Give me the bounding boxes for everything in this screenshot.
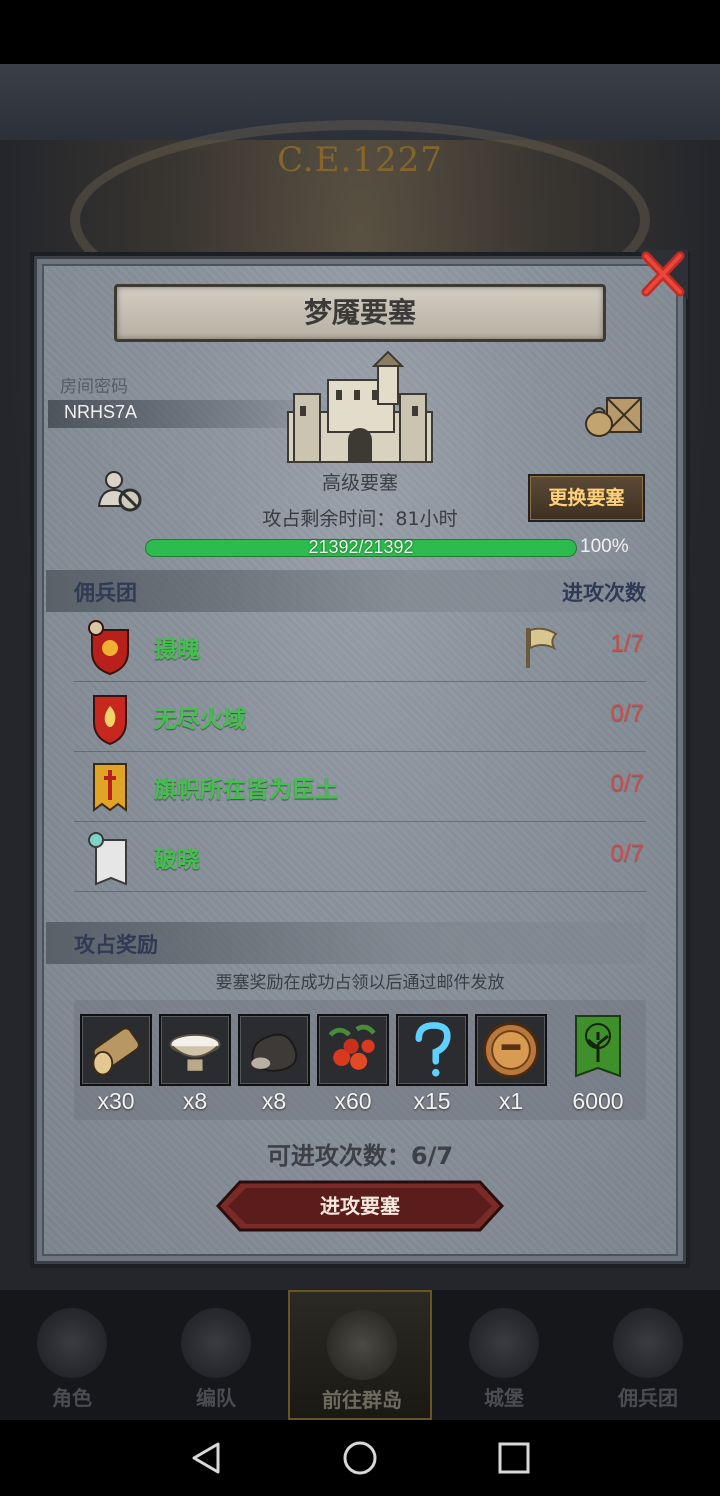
remaining-attempts: 可进攻次数：6/7: [266, 1142, 454, 1170]
nav-label: 编队: [196, 1386, 236, 1410]
capture-time-left: 攻占剩余时间：81小时: [262, 508, 458, 530]
dialog-title: 梦魇要塞: [303, 296, 416, 329]
reward-slot[interactable]: [317, 1014, 389, 1086]
reward-quantity: x8: [261, 1088, 287, 1114]
change-fortress-button[interactable]: 更换要塞: [528, 474, 645, 522]
reward-quantity: x15: [413, 1088, 451, 1114]
castle-icon: [469, 1308, 539, 1378]
tree-banner-icon[interactable]: [574, 1014, 622, 1086]
white-banner-icon: [88, 832, 127, 886]
user-block-icon[interactable]: [96, 468, 146, 514]
supply-crate-icon[interactable]: [583, 392, 645, 438]
game-bottom-nav: 角色 编队 前往群岛 城堡 佣兵团: [0, 1290, 720, 1420]
mercenary-row[interactable]: 无尽火域 0/7: [74, 682, 646, 752]
mercenary-row[interactable]: 摄魄 1/7: [74, 612, 646, 682]
mercenary-name: 破晓: [154, 847, 200, 873]
section-title: 攻占奖励: [74, 933, 158, 957]
reward-slot[interactable]: [159, 1014, 231, 1086]
nav-label: 城堡: [484, 1386, 524, 1410]
room-code: NRHS7A: [64, 402, 138, 422]
helmet-coin-icon: [483, 1022, 539, 1078]
nav-label: 角色: [52, 1386, 92, 1410]
knight-icon: [37, 1308, 107, 1378]
reward-quantity: x30: [97, 1088, 135, 1114]
reward-quantity: 6000: [572, 1088, 624, 1114]
nav-item-castle[interactable]: 城堡: [432, 1290, 576, 1420]
nav-item-formation[interactable]: 编队: [144, 1290, 288, 1420]
ore-rock-icon: [251, 1033, 298, 1072]
attack-fortress-button[interactable]: 进攻要塞: [216, 1180, 504, 1232]
reward-slot[interactable]: [238, 1014, 310, 1086]
reward-section-header: 攻占奖励: [46, 922, 646, 964]
system-nav-bar: [0, 1420, 720, 1496]
reward-quantity: x60: [334, 1088, 372, 1114]
mercenary-icon: [613, 1308, 683, 1378]
attack-count-header: 进攻次数: [562, 581, 646, 605]
globe-icon: [327, 1310, 397, 1380]
reward-slot[interactable]: [396, 1014, 468, 1086]
mercenary-section-header: 佣兵团 进攻次数: [46, 570, 646, 612]
reward-quantity: x8: [182, 1088, 208, 1114]
nav-item-islands[interactable]: 前往群岛: [288, 1290, 432, 1420]
milk-bowl-icon: [169, 1033, 221, 1071]
hp-value: 21392/21392: [308, 537, 414, 557]
reward-quantity: x1: [498, 1088, 524, 1114]
fortress-castle-icon: [287, 350, 433, 463]
title-plate: 梦魇要塞: [114, 284, 606, 342]
nav-item-mercenaries[interactable]: 佣兵团: [576, 1290, 720, 1420]
mercenary-name: 无尽火域: [154, 707, 246, 733]
formation-icon: [181, 1308, 251, 1378]
close-icon[interactable]: [636, 248, 690, 302]
nav-item-character[interactable]: 角色: [0, 1290, 144, 1420]
berries-icon: [328, 1024, 376, 1070]
attack-count: 0/7: [610, 700, 644, 727]
wood-log-icon: [92, 1027, 140, 1076]
fire-shield-icon: [93, 695, 127, 746]
attack-count: 1/7: [610, 630, 644, 657]
mystery-question-icon: [415, 1022, 451, 1077]
attack-count: 0/7: [610, 770, 644, 797]
mercenary-name: 旗帜所在皆为臣土: [154, 777, 338, 803]
flag-icon: [526, 627, 558, 668]
nav-label: 前往群岛: [322, 1388, 402, 1412]
fortress-level: 高级要塞: [321, 472, 398, 494]
section-title: 佣兵团: [74, 581, 137, 605]
back-icon[interactable]: [186, 1438, 226, 1478]
recent-apps-icon[interactable]: [494, 1438, 534, 1478]
sword-banner-icon: [93, 763, 127, 812]
sun-shield-icon: [88, 620, 129, 676]
fortress-hp-bar: 21392/21392: [146, 537, 576, 558]
home-icon[interactable]: [340, 1438, 380, 1478]
room-password-label: 房间密码: [60, 377, 128, 397]
attack-fortress-label: 进攻要塞: [320, 1194, 400, 1218]
hp-percent: 100%: [580, 536, 629, 557]
mercenary-row[interactable]: 破晓 0/7: [74, 822, 646, 892]
status-bar: [0, 0, 720, 64]
reward-note: 要塞奖励在成功占领以后通过邮件发放: [215, 973, 505, 993]
attack-count: 0/7: [610, 840, 644, 867]
reward-slot[interactable]: [475, 1014, 547, 1086]
mercenary-name: 摄魄: [154, 637, 200, 663]
mercenary-row[interactable]: 旗帜所在皆为臣土 0/7: [74, 752, 646, 822]
reward-slot[interactable]: [80, 1014, 152, 1086]
era-label: C.E.1227: [277, 140, 443, 180]
change-fortress-label: 更换要塞: [548, 487, 625, 509]
nav-label: 佣兵团: [618, 1386, 678, 1410]
